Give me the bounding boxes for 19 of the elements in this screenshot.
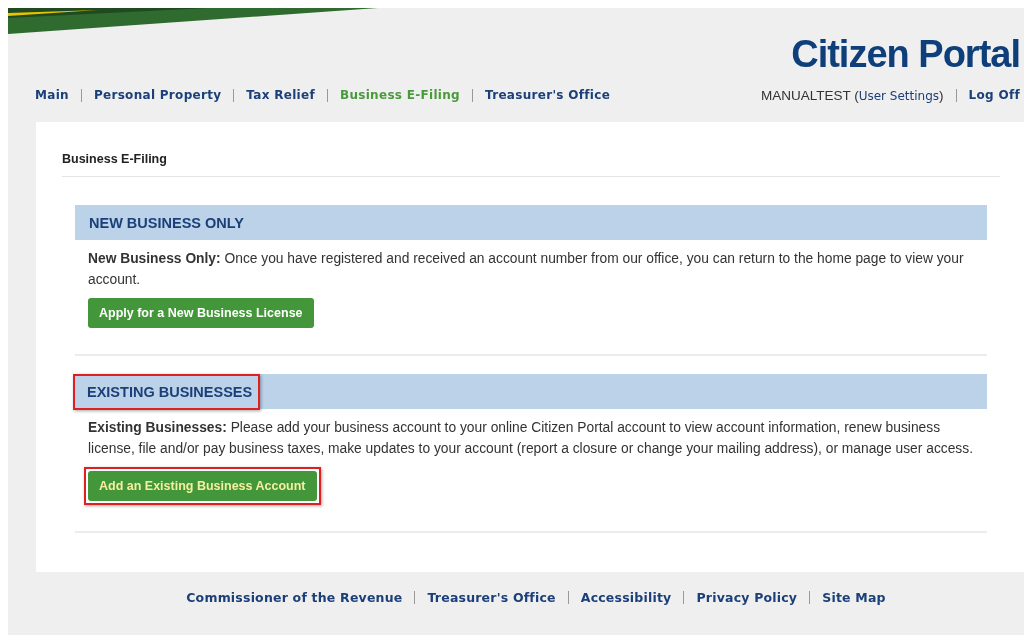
footer-link[interactable]: Accessibility xyxy=(580,590,672,605)
section-heading: NEW BUSINESS ONLY xyxy=(88,213,245,233)
page-title: Business E-Filing xyxy=(62,152,1000,177)
footer-link[interactable]: Privacy Policy xyxy=(696,590,798,605)
user-settings-link[interactable]: User Settings xyxy=(858,88,940,103)
log-off-link[interactable]: Log Off xyxy=(968,88,1020,102)
site-title: Citizen Portal xyxy=(791,32,1020,76)
footer-link[interactable]: Treasurer's Office xyxy=(427,590,556,605)
footer-link[interactable]: Site Map xyxy=(822,590,886,605)
footer-link[interactable]: Commissioner of the Revenue xyxy=(186,590,403,605)
nav-link[interactable]: Personal Property xyxy=(93,88,222,102)
nav-link[interactable]: Tax Relief xyxy=(246,88,315,102)
nav-link[interactable]: Main xyxy=(35,88,69,102)
user-label: MANUALTEST (User Settings) xyxy=(760,87,944,103)
action-button[interactable]: Apply for a New Business License xyxy=(88,298,314,328)
section-heading: EXISTING BUSINESSES xyxy=(73,373,261,410)
section-text: New Business Only: Once you have registered and received an account number from our office, you can return to the home page to view your account. xyxy=(87,250,965,289)
section-text: Existing Businesses: Please add your business account to your online Citizen Portal account to view account information, renew business license, file and/or pay business taxes, make updates to your account (report a closure or change your mailing address), or manage user access. xyxy=(87,419,974,458)
nav-link[interactable]: Treasurer's Office xyxy=(485,88,611,102)
